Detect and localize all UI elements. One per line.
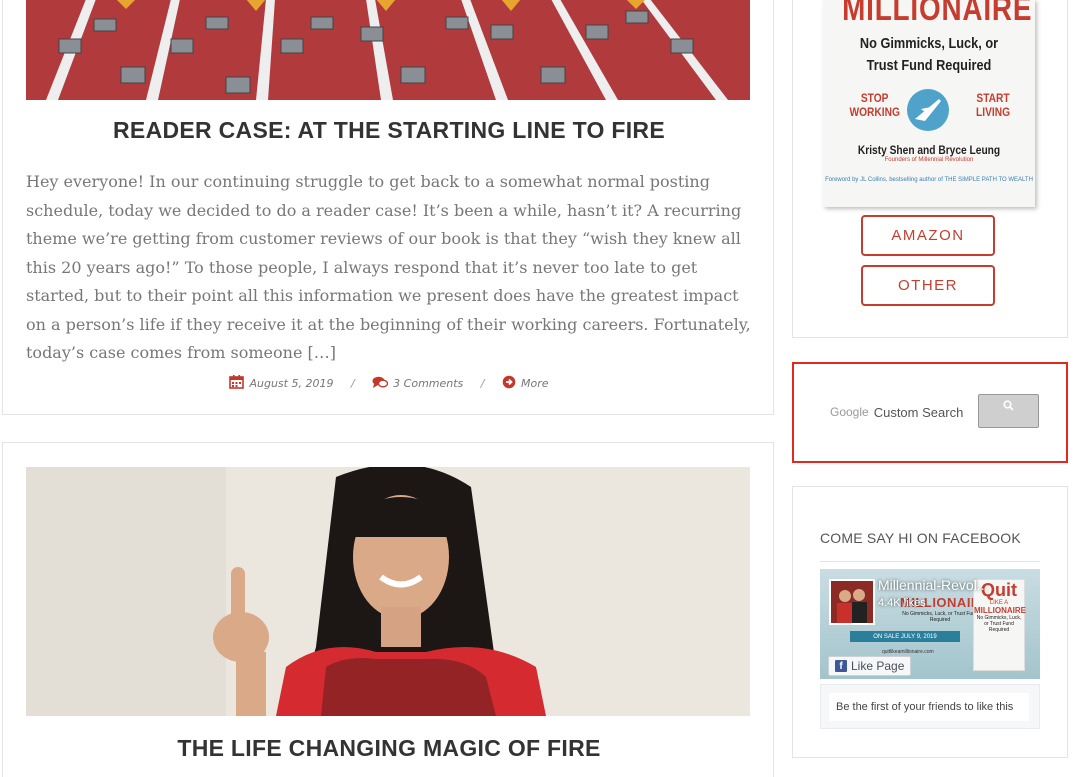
meta-separator: / [480,377,485,390]
book-stop-line1: STOP [860,91,889,105]
book-tagline: STOP WORKING START LIVING [823,85,1035,137]
meta-separator: / [350,377,355,390]
like-page-label: Like Page [851,659,905,673]
banner-url: quitlikeamillionaire.com [882,649,934,655]
book-title: MILLIONAIRE [842,0,1033,28]
book-authors-sub: Founders of Millennial Revolution [884,157,974,163]
search-widget: Google [792,362,1068,463]
post-card: READER CASE: AT THE STARTING LINE TO FIR… [2,0,774,415]
book-cover[interactable]: MILLIONAIRE No Gimmicks, Luck, or Trust … [823,0,1035,207]
running-track-image [26,0,750,100]
book-start-line1: START [976,91,1010,105]
post-excerpt: Hey everyone! In our continuing struggle… [26,172,751,362]
search-button[interactable] [978,394,1039,428]
banner-book-sub: No Gimmicks, Luck, or Trust Fund Require… [976,615,1022,633]
facebook-like-count: 4.4K likes [878,597,926,609]
airplane-icon [907,89,949,131]
calendar-icon [229,375,245,392]
facebook-friends-text: Be the first of your friends to like thi… [829,693,1029,721]
book-stop-working: STOP WORKING [849,91,899,119]
on-sale-banner: ON SALE JULY 9, 2019 [850,631,960,642]
post-card: THE LIFE CHANGING MAGIC OF FIRE [2,442,774,777]
book-subtitle-line2: Trust Fund Required [866,57,992,74]
book-foreword: Foreword by JL Collins, bestselling auth… [825,177,1033,183]
search-input[interactable] [873,404,964,420]
facebook-page-name[interactable]: Millennial-Revol... [878,577,988,593]
post-featured-image[interactable] [26,0,750,100]
facebook-page-banner[interactable]: MILLIONAIRE No Gimmicks, Luck, or Trust … [820,569,1040,679]
banner-book-millionaire: MILLIONAIRE [974,606,1026,615]
book-start-line2: LIVING [975,105,1010,119]
book-authors: Kristy Shen and Bryce Leung [857,143,1001,157]
amazon-button[interactable]: AMAZON [861,215,995,256]
facebook-icon: f [835,660,847,672]
comments-icon [372,376,389,392]
google-logo: Google [830,405,869,419]
search-box: Google [830,398,974,426]
facebook-like-page-button[interactable]: f Like Page [828,656,912,676]
post-date[interactable]: August 5, 2019 [249,377,333,390]
facebook-widget-heading: COME SAY HI ON FACEBOOK [820,530,1021,546]
other-button[interactable]: OTHER [861,265,995,306]
facebook-widget: COME SAY HI ON FACEBOOK MILLIONAIRE No G… [792,486,1068,758]
book-widget: MILLIONAIRE No Gimmicks, Luck, or Trust … [792,0,1068,338]
post-title[interactable]: THE LIFE CHANGING MAGIC OF FIRE [3,735,775,762]
search-icon [1003,400,1014,411]
facebook-friends-box: Be the first of your friends to like thi… [820,684,1040,729]
post-title[interactable]: READER CASE: AT THE STARTING LINE TO FIR… [3,117,775,144]
post-featured-image[interactable] [26,467,750,716]
post-meta: August 5, 2019 / 3 Comments / More [3,375,775,392]
book-stop-line2: WORKING [849,105,900,119]
woman-photo [26,467,750,716]
post-comments-link[interactable]: 3 Comments [393,377,463,390]
book-start-living: START LIVING [976,91,1010,119]
banner-book-subtitle: No Gimmicks, Luck, or Trust Fund Require… [902,611,978,623]
facebook-page-avatar[interactable] [829,579,875,625]
arrow-circle-right-icon [502,375,516,392]
book-subtitle-line1: No Gimmicks, Luck, or [859,35,999,52]
heading-divider [820,561,1040,562]
post-more-link[interactable]: More [521,377,549,390]
